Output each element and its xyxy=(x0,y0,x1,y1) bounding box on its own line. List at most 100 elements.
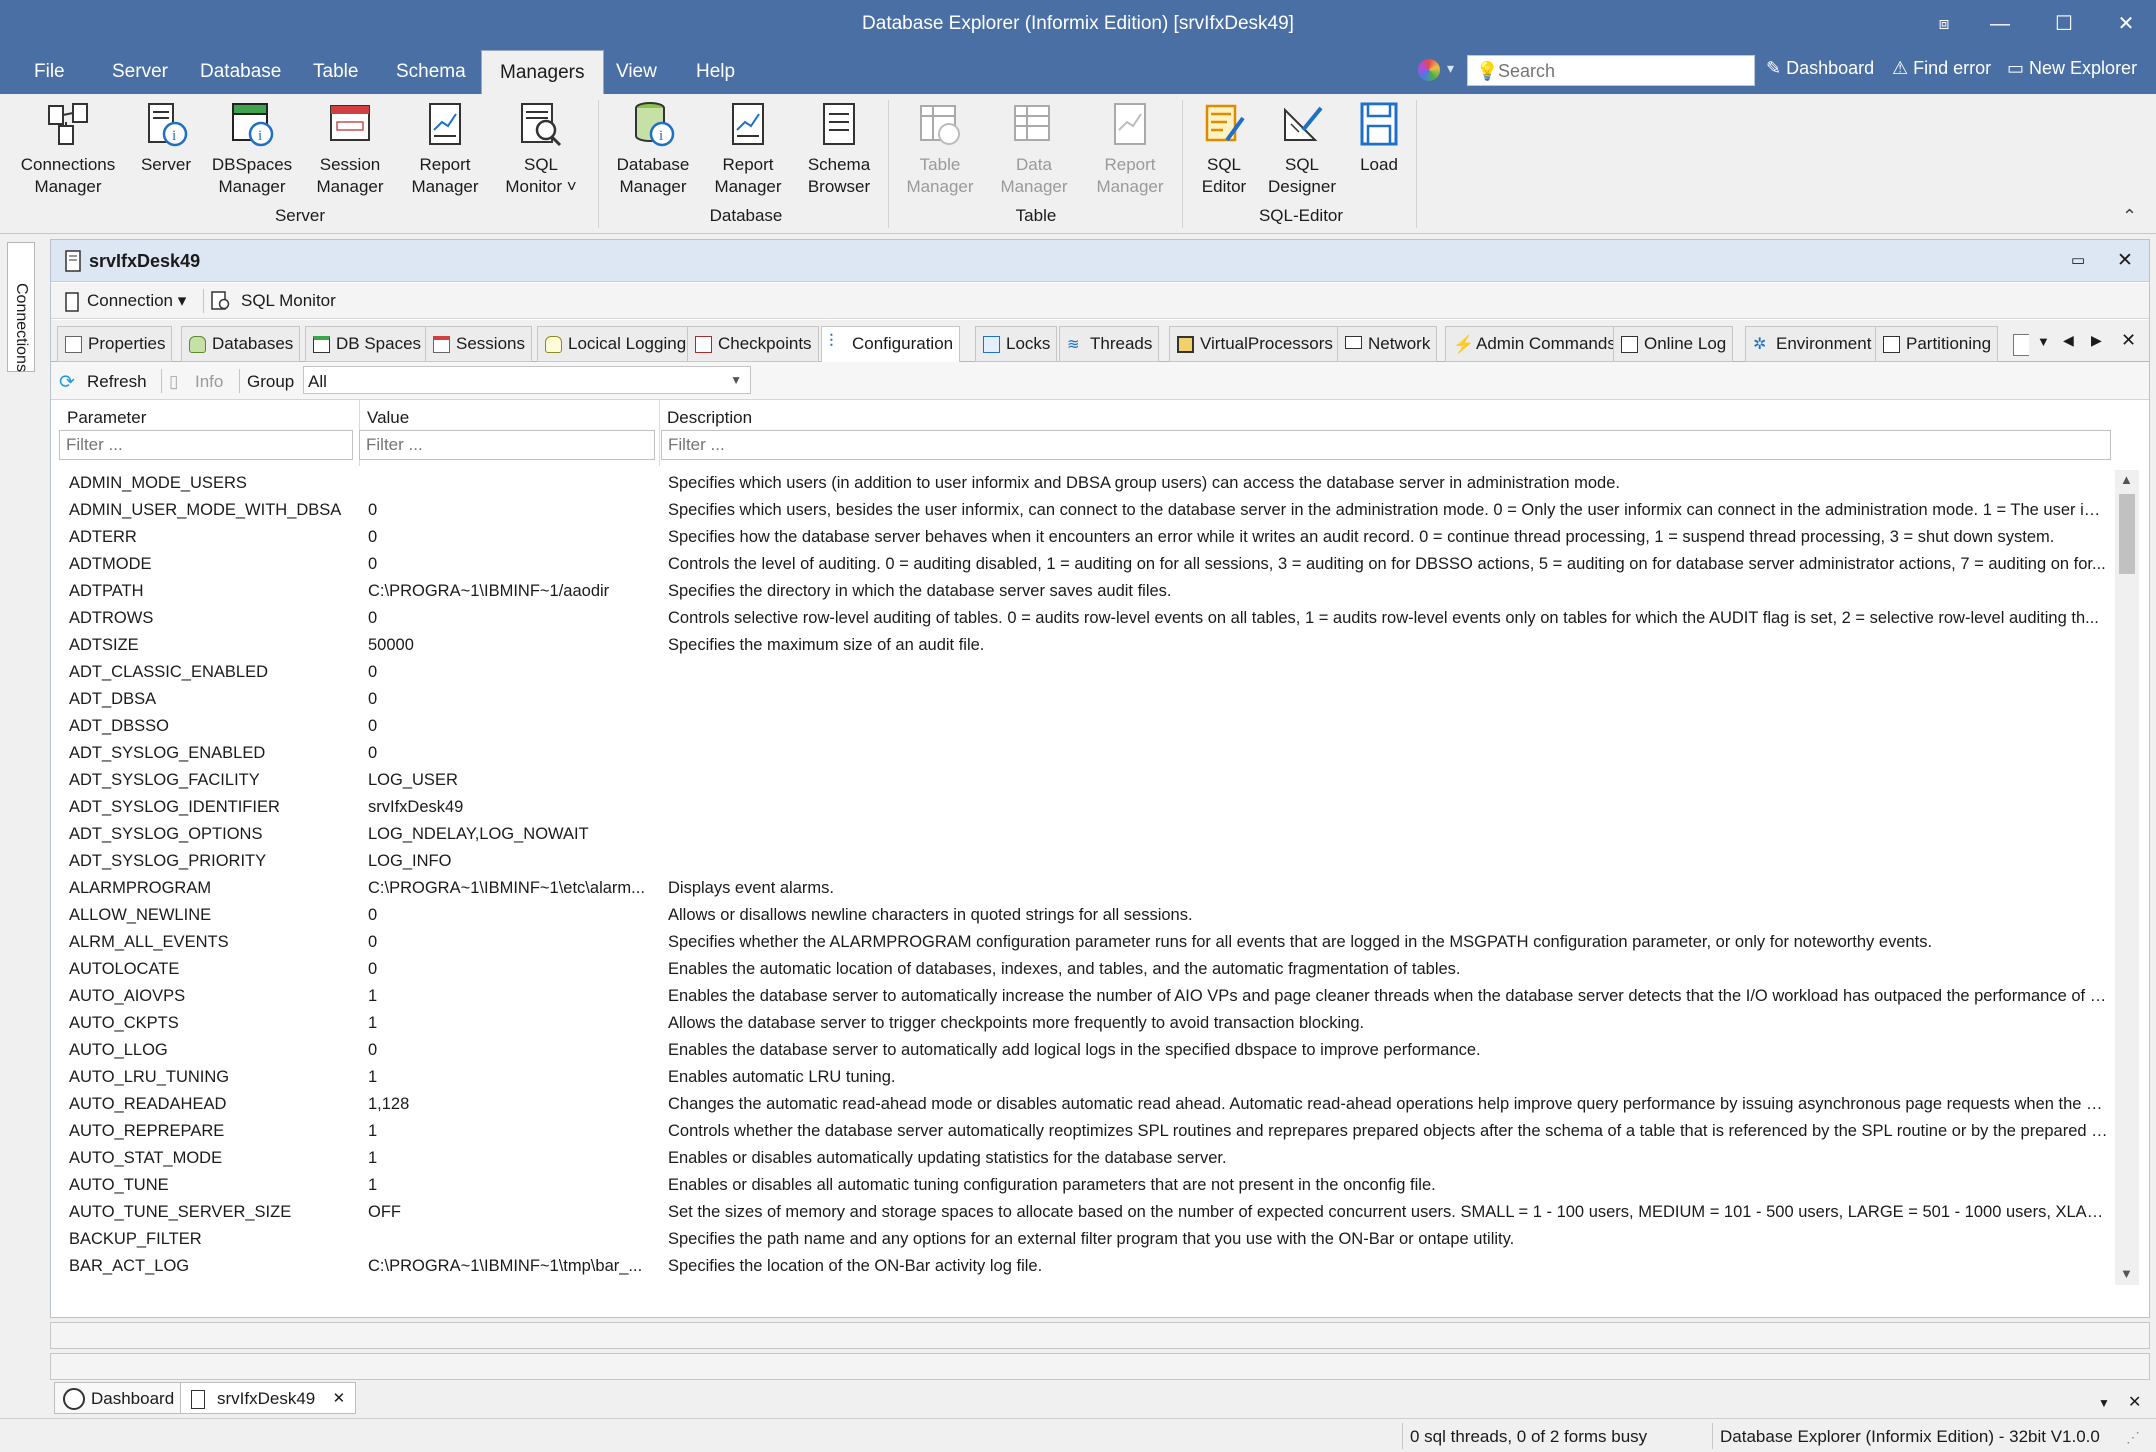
tab-logical-logging[interactable]: Locical Logging xyxy=(537,326,694,362)
connections-manager-button[interactable]: Connections Manager xyxy=(10,100,126,198)
parameter-filter[interactable] xyxy=(59,430,353,460)
table-row[interactable]: ADTSIZE 50000 Specifies the maximum size o… xyxy=(55,632,2113,659)
scroll-up-icon[interactable]: ▲ xyxy=(2120,472,2133,487)
search-box[interactable]: 💡 xyxy=(1467,55,1755,86)
vertical-scrollbar[interactable]: ▲ ▼ xyxy=(2115,470,2139,1285)
resize-grip-icon[interactable]: ⋰ xyxy=(2126,1429,2140,1446)
table-row[interactable]: AUTO_STAT_MODE 1 Enables or disables autom… xyxy=(55,1145,2113,1172)
tab-online-log[interactable]: Online Log xyxy=(1613,326,1734,362)
overflow-tab-icon[interactable] xyxy=(2013,334,2029,356)
restore-icon[interactable]: ⧈ xyxy=(1922,9,1966,39)
table-row[interactable]: ADTROWS 0 Controls selective row-level aud… xyxy=(55,605,2113,632)
table-row[interactable]: AUTO_LRU_TUNING 1 Enables automatic LRU tu… xyxy=(55,1064,2113,1091)
doc-tab-list-icon[interactable]: ▼ xyxy=(2098,1396,2110,1410)
tab-configuration[interactable]: ⫶ Configuration xyxy=(821,326,961,363)
scrollbar-thumb[interactable] xyxy=(2119,494,2135,574)
connection-dropdown[interactable]: Connection ▾ xyxy=(87,291,186,311)
tab-virtual-processors[interactable]: VirtualProcessors xyxy=(1169,326,1340,362)
report-manager-button[interactable]: Report Manager xyxy=(402,100,488,198)
database-manager-button[interactable]: i Database Manager xyxy=(608,100,698,198)
table-row[interactable]: ADTMODE 0 Controls the level of auditing. … xyxy=(55,551,2113,578)
table-manager-button[interactable]: Table Manager xyxy=(896,100,984,198)
refresh-button[interactable]: Refresh xyxy=(87,372,147,392)
search-input[interactable] xyxy=(1498,59,1748,83)
table-row[interactable]: ADT_SYSLOG_ENABLED 0 xyxy=(55,740,2113,767)
value-filter-input[interactable] xyxy=(360,431,654,459)
tab-db-spaces[interactable]: DB Spaces xyxy=(305,326,429,362)
menu-help[interactable]: Help xyxy=(678,50,753,94)
table-row[interactable]: AUTO_READAHEAD 1,128 Changes the automatic… xyxy=(55,1091,2113,1118)
tab-properties[interactable]: Properties xyxy=(57,326,173,362)
data-manager-button[interactable]: Data Manager xyxy=(990,100,1078,198)
doc-tab-server[interactable]: srvIfxDesk49 ✕ xyxy=(180,1382,357,1414)
dashboard-link[interactable]: ✎ Dashboard xyxy=(1766,58,1874,79)
chevron-down-icon[interactable]: ▾ xyxy=(1447,60,1454,77)
info-button[interactable]: Info xyxy=(195,372,223,392)
parameter-filter-input[interactable] xyxy=(60,431,352,459)
tab-environment[interactable]: ✲ Environment xyxy=(1745,326,1879,362)
tab-locks[interactable]: Locks xyxy=(975,326,1058,362)
table-row[interactable]: ADMIN_USER_MODE_WITH_DBSA 0 Specifies whic… xyxy=(55,497,2113,524)
table-row[interactable]: ALRM_ALL_EVENTS 0 Specifies whether the AL… xyxy=(55,929,2113,956)
tab-scroll-left-icon[interactable]: ◀ xyxy=(2063,332,2074,349)
table-row[interactable]: ADT_SYSLOG_FACILITY LOG_USER xyxy=(55,767,2113,794)
tab-scroll-right-icon[interactable]: ▶ xyxy=(2091,332,2102,349)
connections-side-tab[interactable]: Connections xyxy=(7,242,35,372)
table-row[interactable]: AUTO_TUNE_SERVER_SIZE OFF Set the sizes of… xyxy=(55,1199,2113,1226)
database-report-manager-button[interactable]: Report Manager xyxy=(704,100,792,198)
value-filter[interactable] xyxy=(359,430,655,460)
sql-monitor-button[interactable]: SQL Monitor xyxy=(241,291,336,311)
menu-schema[interactable]: Schema xyxy=(378,50,484,94)
maximize-button[interactable]: ☐ xyxy=(2042,9,2086,39)
close-button[interactable]: ✕ xyxy=(2104,9,2148,39)
table-row[interactable]: BAR_ACT_LOG C:\PROGRA~1\IBMINF~1\tmp\bar_… xyxy=(55,1253,2113,1280)
table-row[interactable]: ALARMPROGRAM C:\PROGRA~1\IBMINF~1\etc\ala… xyxy=(55,875,2113,902)
table-row[interactable]: ADT_SYSLOG_PRIORITY LOG_INFO xyxy=(55,848,2113,875)
table-row[interactable]: AUTO_REPREPARE 1 Controls whether the data… xyxy=(55,1118,2113,1145)
table-row[interactable]: ALLOW_NEWLINE 0 Allows or disallows newlin… xyxy=(55,902,2113,929)
dbspaces-manager-button[interactable]: i DBSpaces Manager xyxy=(206,100,298,198)
menu-server[interactable]: Server xyxy=(94,50,186,94)
tab-sessions[interactable]: Sessions xyxy=(425,326,532,362)
menu-managers[interactable]: Managers xyxy=(481,50,604,95)
table-row[interactable]: ADTPATH C:\PROGRA~1\IBMINF~1/aaodir Specif… xyxy=(55,578,2113,605)
theme-icon[interactable] xyxy=(1418,59,1440,81)
tab-list-dropdown-icon[interactable]: ▼ xyxy=(2037,334,2050,349)
sql-designer-button[interactable]: SQL Designer xyxy=(1264,100,1340,198)
tab-partitioning[interactable]: Partitioning xyxy=(1875,326,1999,362)
tab-databases[interactable]: Databases xyxy=(181,326,301,362)
table-row[interactable]: AUTO_AIOVPS 1 Enables the database server … xyxy=(55,983,2113,1010)
scroll-down-icon[interactable]: ▼ xyxy=(2120,1266,2133,1281)
table-row[interactable]: ADT_CLASSIC_ENABLED 0 xyxy=(55,659,2113,686)
session-manager-button[interactable]: Session Manager xyxy=(304,100,396,198)
server-button[interactable]: i Server xyxy=(134,100,198,176)
tab-admin-commands[interactable]: ⚡ Admin Commands xyxy=(1445,326,1623,362)
group-select[interactable]: All ▼ xyxy=(303,366,751,394)
table-row[interactable]: AUTOLOCATE 0 Enables the automatic locatio… xyxy=(55,956,2113,983)
load-button[interactable]: Load xyxy=(1346,100,1412,176)
close-tab-icon[interactable]: ✕ xyxy=(2121,330,2136,351)
description-filter-input[interactable] xyxy=(662,431,2110,459)
collapse-ribbon-icon[interactable]: ⌃ xyxy=(2122,206,2137,227)
column-header-value[interactable]: Value xyxy=(367,408,409,428)
table-report-manager-button[interactable]: Report Manager xyxy=(1084,100,1176,198)
schema-browser-button[interactable]: Schema Browser xyxy=(798,100,880,198)
close-document-icon[interactable]: ✕ xyxy=(2117,249,2133,272)
close-doc-tab-icon[interactable]: ✕ xyxy=(2128,1392,2141,1412)
column-header-parameter[interactable]: Parameter xyxy=(67,408,146,428)
table-row[interactable]: AUTO_CKPTS 1 Allows the database server to… xyxy=(55,1010,2113,1037)
pin-icon[interactable]: ▭ xyxy=(2071,251,2085,269)
sql-monitor-button[interactable]: SQL Monitor ˅ xyxy=(496,100,586,198)
menu-view[interactable]: View xyxy=(598,50,675,94)
table-row[interactable]: ADT_DBSA 0 xyxy=(55,686,2113,713)
doc-tab-dashboard[interactable]: Dashboard xyxy=(54,1382,186,1414)
table-row[interactable]: BACKUP_FILTER Specifies the path name and… xyxy=(55,1226,2113,1253)
column-header-description[interactable]: Description xyxy=(667,408,752,428)
table-row[interactable]: AUTO_LLOG 0 Enables the database server to… xyxy=(55,1037,2113,1064)
find-error-link[interactable]: ⚠ Find error xyxy=(1892,58,1991,79)
description-filter[interactable] xyxy=(661,430,2111,460)
table-row[interactable]: ADT_DBSSO 0 xyxy=(55,713,2113,740)
sql-editor-button[interactable]: SQL Editor xyxy=(1190,100,1258,198)
tab-network[interactable]: Network xyxy=(1337,326,1438,362)
table-row[interactable]: ADT_SYSLOG_OPTIONS LOG_NDELAY,LOG_NOWAIT xyxy=(55,821,2113,848)
